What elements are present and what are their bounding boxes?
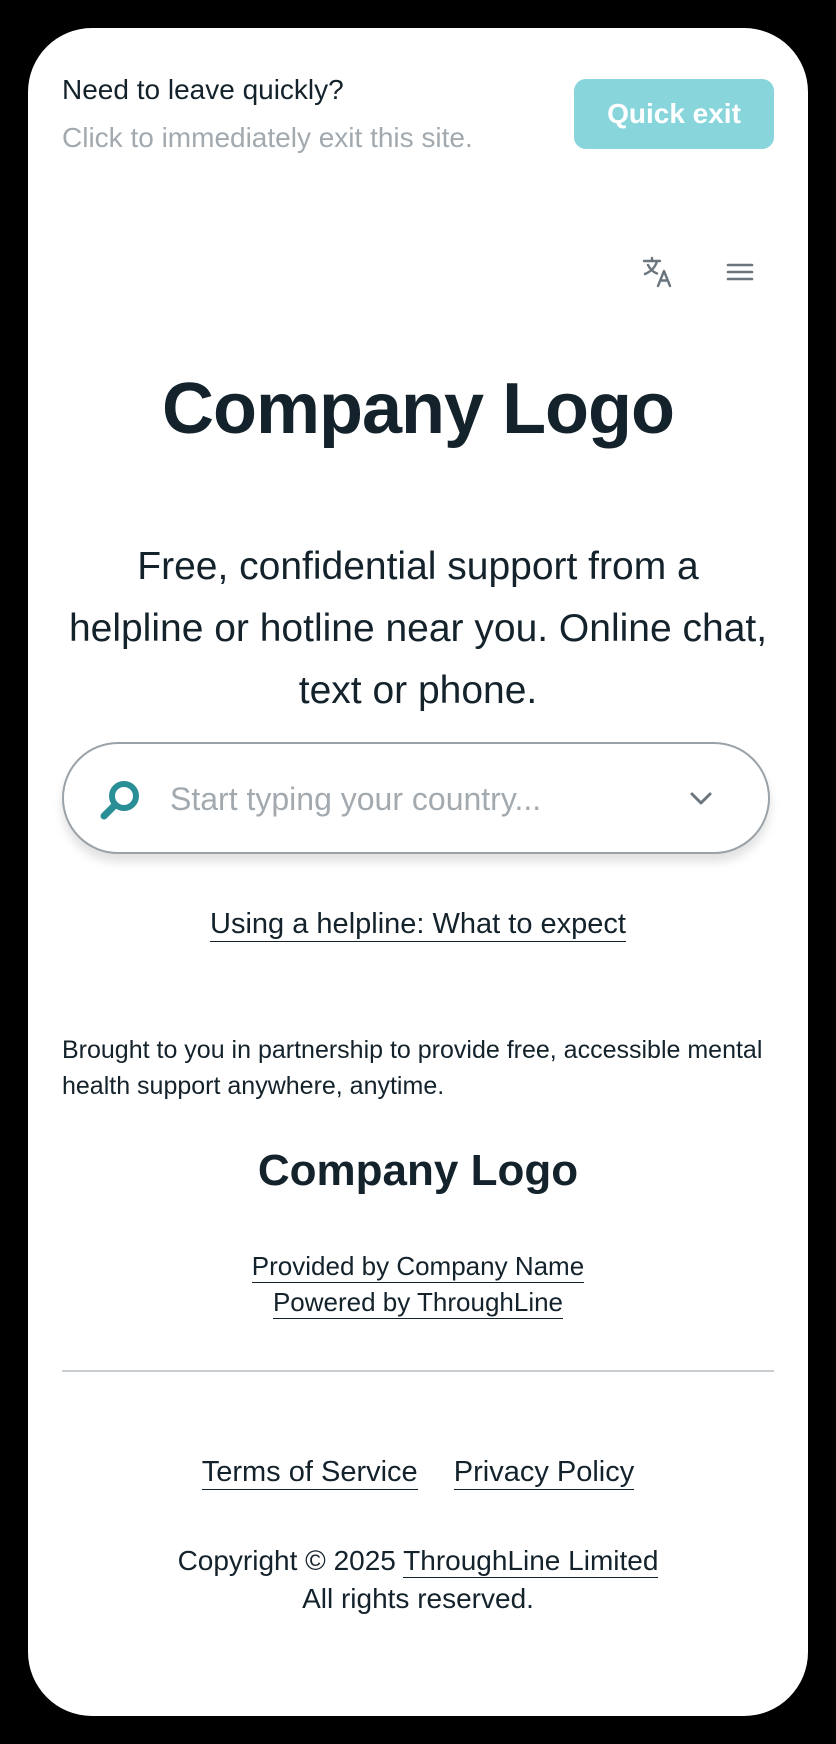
copyright: Copyright © 2025 ThroughLine Limited All…: [28, 1542, 808, 1618]
quick-exit-button[interactable]: Quick exit: [574, 79, 774, 149]
menu-button[interactable]: [718, 250, 762, 294]
what-to-expect-link[interactable]: Using a helpline: What to expect: [210, 908, 626, 942]
device-frame: Need to leave quickly? Click to immediat…: [0, 0, 836, 1744]
footer-divider: [62, 1370, 774, 1372]
provider-links: Provided by Company Name Powered by Thro…: [28, 1248, 808, 1320]
partnership-text: Brought to you in partnership to provide…: [62, 1036, 763, 1100]
what-to-expect-container: Using a helpline: What to expect: [28, 908, 808, 942]
terms-of-service-link[interactable]: Terms of Service: [201, 1456, 418, 1490]
translate-icon: [642, 256, 672, 288]
country-search-input[interactable]: [168, 772, 622, 826]
privacy-policy-link[interactable]: Privacy Policy: [453, 1456, 635, 1490]
translate-button[interactable]: [636, 250, 680, 294]
search-icon: [100, 781, 139, 820]
page: Need to leave quickly? Click to immediat…: [28, 28, 808, 1716]
rights-reserved: All rights reserved.: [302, 1583, 534, 1614]
quick-exit-title: Need to leave quickly?: [62, 74, 344, 105]
company-logo: Company Logo: [162, 369, 675, 449]
tagline: Free, confidential support from a helpli…: [68, 545, 768, 712]
quick-exit-subtitle: Click to immediately exit this site.: [62, 122, 473, 153]
chevron-down-icon[interactable]: [686, 784, 716, 814]
throughline-limited-link[interactable]: ThroughLine Limited: [403, 1545, 659, 1578]
country-search-box[interactable]: [62, 742, 770, 854]
footer-links: Terms of Service Privacy Policy: [28, 1456, 808, 1490]
provided-by-link[interactable]: Provided by Company Name: [251, 1251, 585, 1283]
partner-logo: Company Logo: [257, 1146, 579, 1195]
copyright-prefix: Copyright © 2025: [177, 1545, 396, 1576]
powered-by-link[interactable]: Powered by ThroughLine: [272, 1287, 564, 1319]
hamburger-menu-icon: [726, 263, 754, 281]
